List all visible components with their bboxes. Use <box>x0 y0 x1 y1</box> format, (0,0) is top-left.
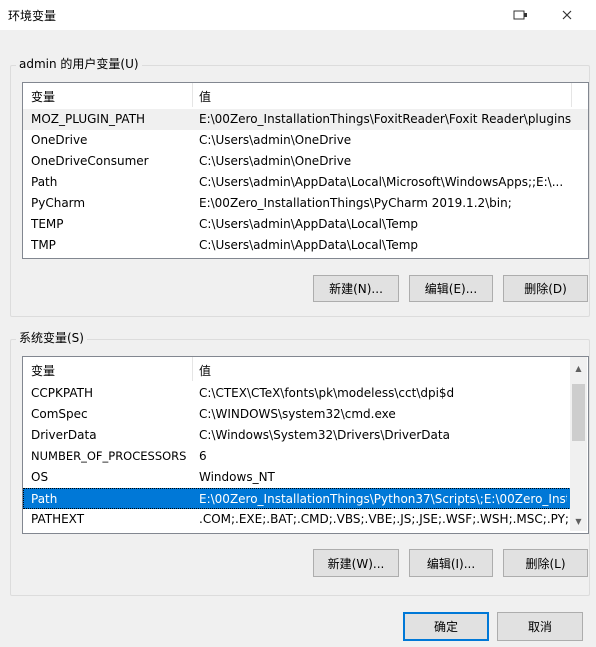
ok-button[interactable]: 确定 <box>403 612 489 641</box>
restore-icon[interactable] <box>512 6 530 24</box>
table-row[interactable]: CCPKPATH C:\CTEX\CTeX\fonts\pk\modeless\… <box>23 383 588 404</box>
scrollbar-thumb[interactable] <box>572 384 585 441</box>
column-header-name[interactable]: 变量 <box>31 88 55 105</box>
table-row[interactable]: DriverData C:\Windows\System32\Drivers\D… <box>23 425 588 446</box>
table-row[interactable]: OS Windows_NT <box>23 467 588 488</box>
column-header-value[interactable]: 值 <box>199 88 211 105</box>
scroll-down-icon[interactable]: ▼ <box>570 513 587 530</box>
table-row[interactable]: Path C:\Users\admin\AppData\Local\Micros… <box>23 172 588 193</box>
table-row[interactable]: OneDrive C:\Users\admin\OneDrive <box>23 130 588 151</box>
table-row[interactable]: OneDriveConsumer C:\Users\admin\OneDrive <box>23 151 588 172</box>
list-header: 变量 值 <box>23 83 588 107</box>
user-variables-label: admin 的用户变量(U) <box>16 57 142 71</box>
system-variables-list[interactable]: 变量 值 CCPKPATH C:\CTEX\CTeX\fonts\pk\mode… <box>22 356 589 534</box>
table-row-selected[interactable]: Path E:\00Zero_InstallationThings\Python… <box>23 488 571 509</box>
system-variables-label: 系统变量(S) <box>16 331 87 345</box>
scroll-up-icon[interactable]: ▲ <box>570 360 587 377</box>
table-row[interactable]: MOZ_PLUGIN_PATH E:\00Zero_InstallationTh… <box>23 109 588 130</box>
column-header-value[interactable]: 值 <box>199 362 211 379</box>
title-bar <box>0 0 596 30</box>
cancel-button[interactable]: 取消 <box>497 612 583 641</box>
table-row[interactable]: ComSpec C:\WINDOWS\system32\cmd.exe <box>23 404 588 425</box>
table-row[interactable]: TEMP C:\Users\admin\AppData\Local\Temp <box>23 214 588 235</box>
list-header: 变量 值 <box>23 357 588 381</box>
system-new-button[interactable]: 新建(W)... <box>313 549 399 577</box>
system-delete-button[interactable]: 删除(L) <box>503 549 588 577</box>
vertical-scrollbar[interactable]: ▲ ▼ <box>570 357 587 531</box>
close-icon[interactable] <box>558 6 576 24</box>
table-row[interactable]: PyCharm E:\00Zero_InstallationThings\PyC… <box>23 193 588 214</box>
user-delete-button[interactable]: 删除(D) <box>503 275 588 302</box>
column-header-name[interactable]: 变量 <box>31 362 55 379</box>
system-edit-button[interactable]: 编辑(I)... <box>409 549 493 577</box>
user-variables-list[interactable]: 变量 值 MOZ_PLUGIN_PATH E:\00Zero_Installat… <box>22 82 589 259</box>
table-row[interactable]: TMP C:\Users\admin\AppData\Local\Temp <box>23 235 588 256</box>
table-row[interactable]: PATHEXT .COM;.EXE;.BAT;.CMD;.VBS;.VBE;.J… <box>23 509 588 530</box>
user-edit-button[interactable]: 编辑(E)... <box>409 275 493 302</box>
user-new-button[interactable]: 新建(N)... <box>313 275 399 302</box>
table-row[interactable]: NUMBER_OF_PROCESSORS 6 <box>23 446 588 467</box>
window-title: 环境变量 <box>8 9 57 23</box>
